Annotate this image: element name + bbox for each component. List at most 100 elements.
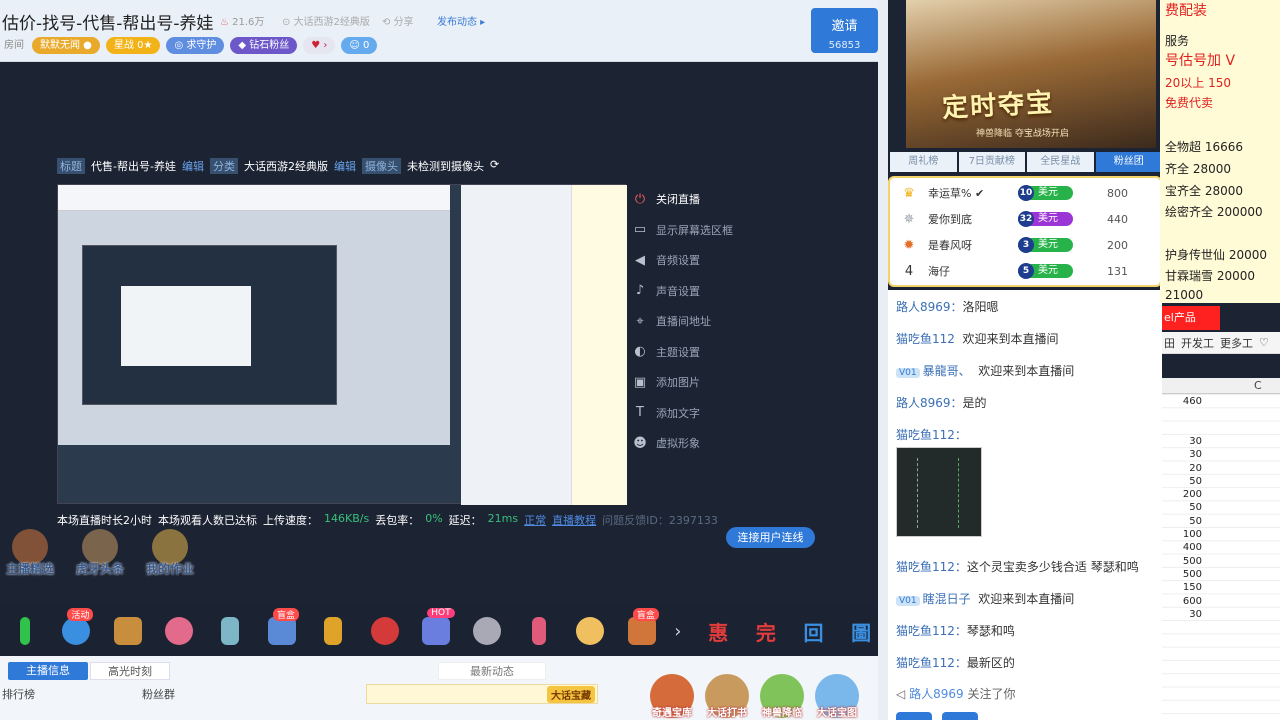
normal-link[interactable]: 正常 [524,512,546,528]
ranking-row[interactable]: ✵ 爱你到底 32 美元 440 [890,206,1160,232]
gallery-icon[interactable]: 圖 [844,614,878,648]
sheet-cell[interactable]: 200 [1162,489,1202,500]
sheet-cell[interactable]: 20 [1162,463,1202,474]
rank-link[interactable]: 排行榜 [2,686,35,702]
fans-group-link[interactable]: 粉丝群 [142,686,175,702]
sheet-cell[interactable]: 460 [1162,396,1202,407]
event-banner[interactable]: 定时夺宝 神兽降临 夺宝战场开启 [906,0,1156,148]
badge-star[interactable]: 星战 0★ [105,36,161,54]
voice-settings-button[interactable]: ♪ 声音设置 [632,276,772,307]
sheet-cell[interactable]: 400 [1162,542,1202,553]
chat-image[interactable] [896,447,982,537]
sheet-cell[interactable]: 50 [1162,476,1202,487]
chevron-right-icon[interactable]: › [674,621,687,642]
chat-user[interactable]: 暴龍哥、 [923,364,971,378]
discount-icon[interactable]: 惠 [701,614,735,648]
developer-tools-menu[interactable]: 开发工 [1181,335,1214,351]
chat-user[interactable]: 猫吃鱼112 [896,332,955,346]
preview-chat-panel [461,185,571,505]
chat-user[interactable]: 路人8969： [896,396,963,410]
badge-heart[interactable]: ♥ › [303,36,336,54]
show-selection-button[interactable]: ▭ 显示屏幕选区框 [632,215,772,246]
chat-user[interactable]: 路人8969： [896,300,963,314]
add-image-button[interactable]: ▣ 添加图片 [632,367,772,398]
badge-fans[interactable]: ☺ 0 [341,36,378,54]
sheet-red-tab[interactable]: el产品 [1162,306,1220,330]
user-connect-button[interactable]: 连接用户连线 [726,527,815,548]
audio-settings-button[interactable]: ◀ 音频设置 [632,245,772,276]
chat-tab[interactable] [942,712,978,720]
gift-item[interactable] [109,611,146,651]
ranking-row[interactable]: ♛ 幸运草% ✔ 10 美元 800 [890,180,1160,206]
return-icon[interactable]: 回 [797,614,831,648]
sheet-cell[interactable]: 30 [1162,436,1202,447]
tab-7day-contrib[interactable]: 7日贡献榜 [958,152,1025,172]
chat-user[interactable]: 猫吃鱼112： [896,624,967,638]
gift-item[interactable] [314,611,351,651]
ranking-row[interactable]: 4 海仔 5 美元 131 [890,258,1160,284]
gift-tag: 盲盒 [632,608,659,621]
sheet-cell[interactable]: 600 [1162,596,1202,607]
add-text-button[interactable]: T 添加文字 [632,398,772,429]
sheet-grid[interactable]: 460 30 30 20 50 200 50 50 100 400 500 500 150 600 30 [1162,394,1280,720]
category-link[interactable]: ⊙ 大话西游2经典版 [282,13,370,28]
tab-weekly-gifts[interactable]: 周礼榜 [890,152,957,172]
gift-item[interactable]: 活动 [57,608,94,651]
room-address-button[interactable]: ⌖ 直播间地址 [632,306,772,337]
gift-item[interactable]: 盲盒 [623,608,660,651]
sheet-cell[interactable]: 30 [1162,449,1202,460]
close-stream-button[interactable]: ⏻ 关闭直播 [632,184,772,215]
chat-tab[interactable] [896,712,932,720]
gift-item[interactable] [571,611,608,651]
headlines-tool[interactable]: 虎牙头条 [70,529,130,577]
sheet-cell[interactable]: 50 [1162,502,1202,513]
follow-user[interactable]: 路人8969 [909,687,964,701]
theme-settings-button[interactable]: ◐ 主题设置 [632,337,772,368]
stream-player[interactable]: 标题 代售-帮出号-养娃 编辑 分类 大话西游2经典版 编辑 摄像头 未检测到摄… [0,62,878,606]
tab-star-battle[interactable]: 全民星战 [1027,152,1094,172]
sheet-cell[interactable]: 30 [1162,609,1202,620]
gift-item[interactable] [469,611,506,651]
sheet-cell[interactable]: 500 [1162,569,1202,580]
gift-item[interactable] [6,611,43,651]
tutorial-link[interactable]: 直播教程 [552,512,596,528]
chat-user[interactable]: 猫吃鱼112： [896,656,967,670]
share-button[interactable]: ⟲ 分享 [382,13,414,28]
complete-icon[interactable]: 完 [749,614,783,648]
gift-item[interactable] [212,611,249,651]
gift-item[interactable] [520,611,557,651]
homework-tool[interactable]: 我的作业 [140,529,200,577]
host-picks-tool[interactable]: 主播精选 [0,529,60,577]
column-c-header[interactable]: C [1254,379,1262,392]
edit-title-link[interactable]: 编辑 [182,158,204,174]
sheet-cell[interactable]: 50 [1162,516,1202,527]
chat-user[interactable]: 猫吃鱼112： [896,560,967,574]
edit-category-link[interactable]: 编辑 [334,158,356,174]
gift-item[interactable]: 盲盒 [263,608,300,651]
gift-item[interactable] [160,611,197,651]
tab-fan-club[interactable]: 粉丝团 [1095,152,1162,172]
sheet-cell[interactable]: 150 [1162,582,1202,593]
refresh-icon[interactable]: ⟳ [490,158,499,174]
gift-item[interactable] [366,611,403,651]
more-tools-menu[interactable]: 更多工 [1220,335,1253,351]
badge-guard-label: 求守护 [186,39,217,51]
sheet-cell[interactable]: 100 [1162,529,1202,540]
tab-host-info[interactable]: 主播信息 [8,662,88,680]
gift-item[interactable]: HOT [417,608,455,651]
invite-button[interactable]: 邀请 56853 [811,8,878,53]
heart-icon[interactable]: ♡ [1259,336,1269,349]
badge-diamond[interactable]: ◆ 钻石粉丝 [230,36,298,54]
virtual-avatar-button[interactable]: ☻ 虚拟形象 [632,428,772,459]
promo-banner[interactable]: 大话宝藏 [366,684,598,704]
ranking-row[interactable]: ✹ 是春风呀 3 美元 200 [890,232,1160,258]
badge-silent[interactable]: 默默无闻 ● [32,36,100,54]
tab-latest-news[interactable]: 最新动态 [438,662,546,680]
tab-highlights[interactable]: 高光时刻 [90,662,170,680]
sheet-cell[interactable]: 500 [1162,556,1202,567]
chat-user[interactable]: 瞎混日子 [923,592,971,606]
badge-guard[interactable]: ◎ 求守护 [166,36,225,54]
chat-panel[interactable]: 路人8969：洛阳嗯 猫吃鱼112 欢迎来到本直播间 V01 暴龍哥、 欢迎来到本… [888,290,1162,720]
chat-user[interactable]: 猫吃鱼112： [896,428,967,442]
post-news-link[interactable]: 发布动态 ▸ [437,13,485,28]
